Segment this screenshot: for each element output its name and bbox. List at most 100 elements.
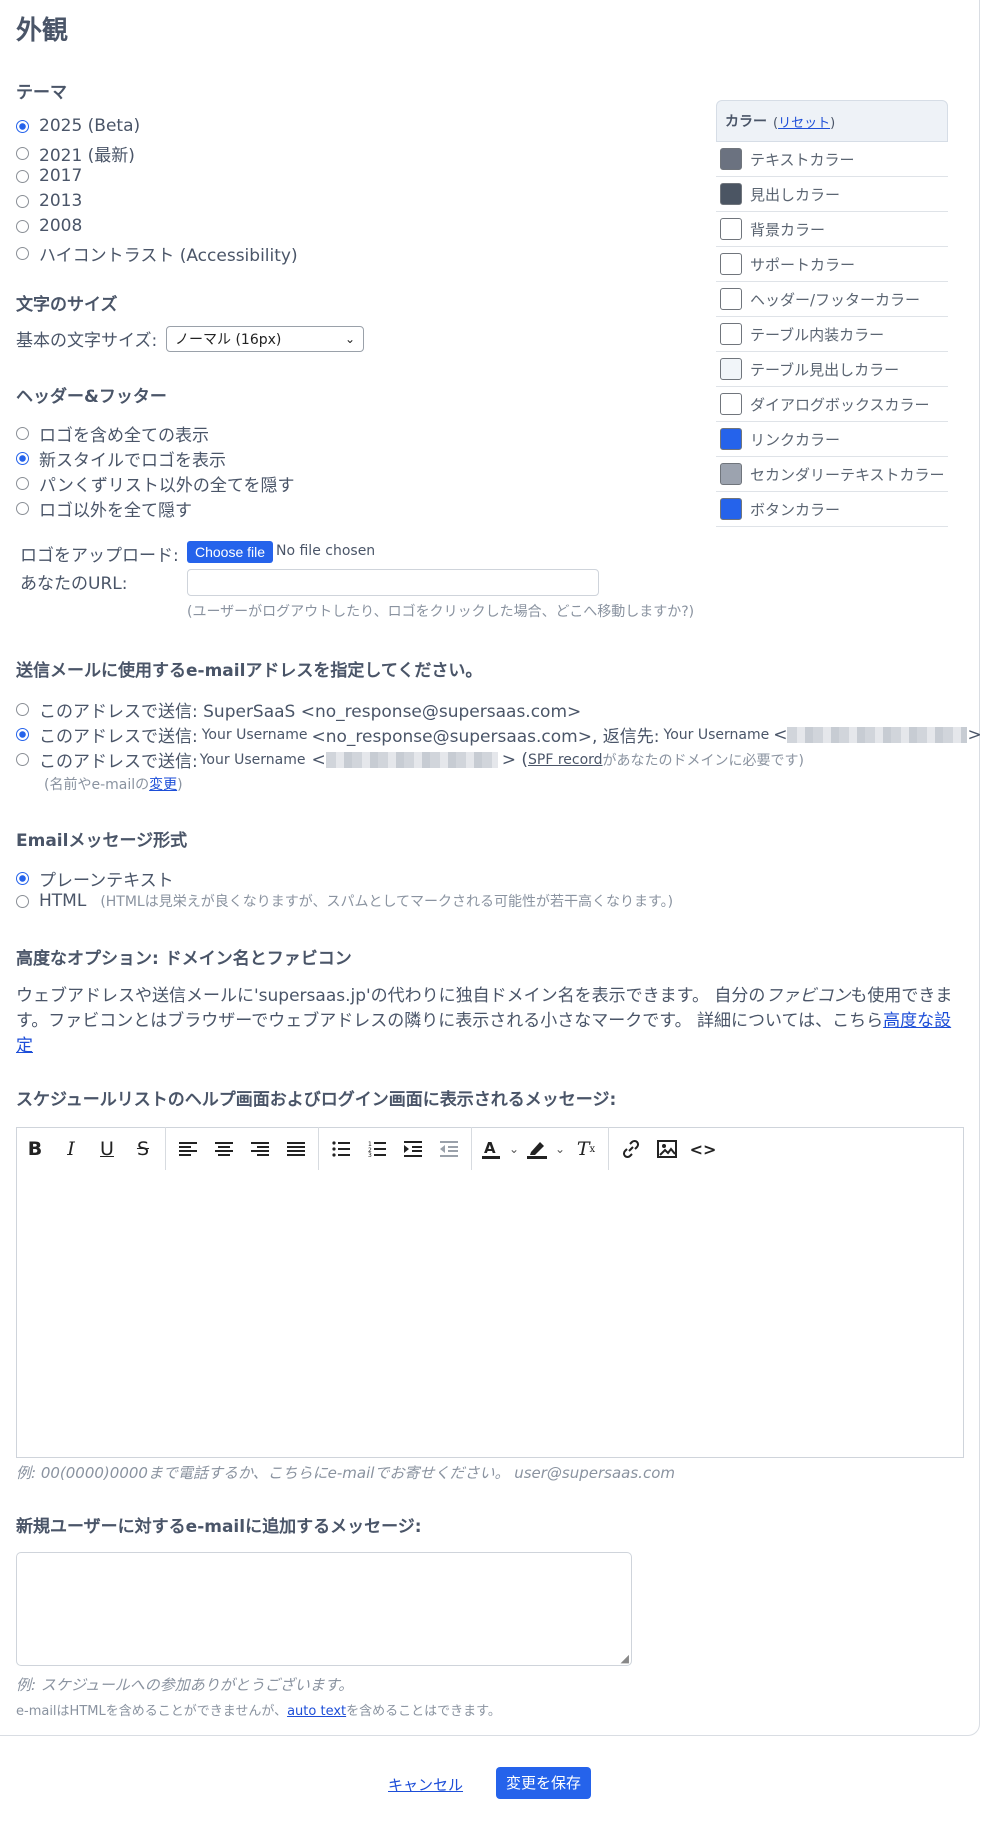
url-input[interactable] [187,569,599,596]
color-row[interactable]: ボタンカラー [716,492,948,527]
color-swatch[interactable] [720,498,742,520]
url-label: あなたのURL: [20,574,128,594]
color-swatch[interactable] [720,323,742,345]
font-size-select[interactable]: ノーマル (16px) ⌄ [166,326,364,352]
sender-radio-1[interactable] [16,703,29,716]
indent-icon[interactable] [395,1131,431,1167]
color-row[interactable]: 見出しカラー [716,177,948,212]
spf-record-link[interactable]: SPF record [528,752,603,768]
color-list: テキストカラー 見出しカラー 背景カラー サポートカラー ヘッダー/フッターカラー テーブ… [716,142,948,527]
color-swatch[interactable] [720,183,742,205]
header-footer-radio-3[interactable] [16,477,29,490]
color-row[interactable]: セカンダリーテキストカラー [716,457,948,492]
text-color-icon[interactable]: A [476,1131,506,1167]
header-footer-option-2[interactable]: 新スタイルでロゴを表示 [16,446,226,471]
color-row[interactable]: テーブル見出しカラー [716,352,948,387]
advanced-heading: 高度なオプション: ドメイン名とファビコン [16,949,352,969]
theme-radio-1[interactable] [16,119,29,133]
sender-option-3[interactable]: このアドレスで送信: Your Username < > ( SPF recor… [16,747,804,772]
color-row[interactable]: ヘッダー/フッターカラー [716,282,948,317]
color-swatch[interactable] [720,148,742,170]
theme-option-6[interactable]: ハイコントラスト (Accessibility) [16,241,298,266]
color-swatch[interactable] [720,428,742,450]
format-plain-option[interactable]: プレーンテキスト [16,866,174,891]
save-changes-button[interactable]: 変更を保存 [496,1767,592,1799]
clear-format-icon[interactable]: Tx [568,1131,604,1167]
sender-radio-2[interactable] [16,728,29,741]
cancel-link[interactable]: キャンセル [388,1774,463,1795]
numbered-list-icon[interactable]: 123 [359,1131,395,1167]
svg-text:3: 3 [368,1152,372,1157]
theme-option-5[interactable]: 2008 [16,216,82,236]
color-label: テーブル見出しカラー [750,360,900,379]
color-swatch[interactable] [720,253,742,275]
underline-icon[interactable]: U [89,1131,125,1167]
change-link[interactable]: 変更 [149,777,177,793]
header-footer-radio-2[interactable] [16,452,29,465]
font-size-heading: 文字のサイズ [16,295,118,315]
align-center-icon[interactable] [206,1131,242,1167]
color-panel: カラー (リセット) テキストカラー 見出しカラー 背景カラー サポートカラー ヘッダー… [716,100,948,527]
color-swatch[interactable] [720,288,742,310]
resize-handle-icon[interactable]: ◢ [621,1652,629,1665]
new-user-message-example: 例: スケジュールへの参加ありがとうございます。 [16,1676,354,1694]
color-row[interactable]: テーブル内装カラー [716,317,948,352]
theme-option-2[interactable]: 2021 (最新) [16,141,135,166]
align-right-icon[interactable] [242,1131,278,1167]
sender-option-2[interactable]: このアドレスで送信: Your Username <no_response@su… [16,722,982,747]
image-icon[interactable] [649,1131,685,1167]
italic-icon[interactable]: I [53,1131,89,1167]
color-swatch[interactable] [720,393,742,415]
format-html-radio[interactable] [16,894,29,908]
bullet-list-icon[interactable] [323,1131,359,1167]
help-message-editor[interactable] [16,1170,964,1458]
color-label: 見出しカラー [750,185,841,204]
sender-heading: 送信メールに使用するe-mailアドレスを指定してください。 [16,661,483,681]
new-user-message-textarea[interactable]: ◢ [16,1552,632,1666]
theme-option-3[interactable]: 2017 [16,166,82,186]
theme-radio-5[interactable] [16,219,29,233]
color-row[interactable]: 背景カラー [716,212,948,247]
color-swatch[interactable] [720,218,742,240]
theme-heading: テーマ [16,83,67,103]
theme-option-1[interactable]: 2025 (Beta) [16,116,140,136]
color-swatch[interactable] [720,358,742,380]
color-row[interactable]: ダイアログボックスカラー [716,387,948,422]
align-left-icon[interactable] [170,1131,206,1167]
align-justify-icon[interactable] [278,1131,314,1167]
color-swatch[interactable] [720,463,742,485]
color-label: サポートカラー [750,255,856,274]
theme-radio-6[interactable] [16,247,29,260]
format-plain-radio[interactable] [16,872,29,885]
link-icon[interactable] [613,1131,649,1167]
sender-option-1[interactable]: このアドレスで送信: SuperSaaS <no_response@supers… [16,697,581,722]
header-footer-radio-4[interactable] [16,502,29,515]
theme-radio-4[interactable] [16,194,29,208]
header-footer-option-3[interactable]: パンくずリスト以外の全てを隠す [16,471,295,496]
outdent-icon[interactable] [431,1131,467,1167]
highlight-icon[interactable] [522,1131,552,1167]
chevron-down-icon[interactable]: ⌄ [506,1131,522,1167]
editor-toolbar: B I U S 123 A ⌄ ⌄ T x <> [16,1127,964,1171]
format-html-option[interactable]: HTML (HTMLは見栄えが良くなりますが、スパムとしてマークされる可能性が若… [16,891,673,911]
auto-text-link[interactable]: auto text [287,1704,346,1719]
header-footer-option-1[interactable]: ロゴを含め全ての表示 [16,421,209,446]
color-row[interactable]: サポートカラー [716,247,948,282]
font-size-label: 基本の文字サイズ: [16,331,158,351]
reset-colors-link[interactable]: リセット [778,116,830,131]
strikethrough-icon[interactable]: S [125,1131,161,1167]
choose-file-button[interactable]: Choose file [187,541,274,563]
sender-radio-3[interactable] [16,753,29,766]
color-label: ヘッダー/フッターカラー [750,290,921,309]
theme-option-4[interactable]: 2013 [16,191,82,211]
header-footer-option-4[interactable]: ロゴ以外を全て隠す [16,496,192,521]
bold-icon[interactable]: B [17,1131,53,1167]
redacted-email [325,751,498,768]
header-footer-radio-1[interactable] [16,427,29,440]
chevron-down-icon[interactable]: ⌄ [552,1131,568,1167]
theme-radio-3[interactable] [16,169,29,183]
code-icon[interactable]: <> [685,1131,721,1167]
theme-radio-2[interactable] [16,147,29,160]
color-row[interactable]: テキストカラー [716,142,948,177]
color-row[interactable]: リンクカラー [716,422,948,457]
